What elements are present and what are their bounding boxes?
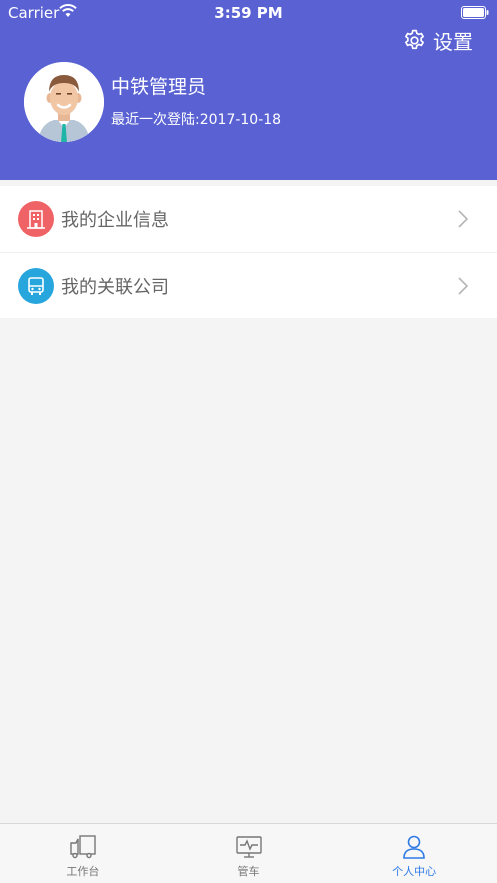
bottom-tab-bar: 工作台 管车 个人中心: [0, 823, 497, 883]
app-root: Carrier 3:59 PM 设置 中铁管理员 最近一次登陆:2017-10-…: [0, 0, 497, 883]
settings-button[interactable]: 设置: [402, 27, 473, 54]
menu-item-company-info[interactable]: 我的企业信息: [0, 186, 497, 252]
profile-header: Carrier 3:59 PM 设置 中铁管理员 最近一次登陆:2017-10-…: [0, 0, 497, 180]
menu-item-label: 我的企业信息: [61, 210, 169, 231]
tab-vehicles[interactable]: 管车: [166, 824, 332, 883]
profile-menu-list: 我的企业信息 我的关联公司: [0, 186, 497, 318]
truck-icon: [70, 835, 96, 859]
avatar-person-illustration: [24, 62, 104, 142]
gear-icon: [405, 29, 424, 49]
tab-workbench[interactable]: 工作台: [0, 824, 166, 883]
settings-label: 设置: [433, 29, 473, 54]
status-bar: Carrier 3:59 PM: [0, 0, 497, 26]
person-icon: [403, 835, 425, 859]
chevron-right-icon: [458, 210, 469, 228]
tab-personal-center[interactable]: 个人中心: [331, 824, 497, 883]
menu-item-label: 我的关联公司: [61, 276, 169, 298]
monitor-icon: [235, 836, 262, 858]
menu-item-related-companies[interactable]: 我的关联公司: [0, 252, 497, 318]
avatar[interactable]: [24, 62, 104, 142]
tab-label: 个人中心: [392, 865, 437, 878]
status-time: 3:59 PM: [214, 4, 283, 22]
tab-label: 管车: [237, 865, 260, 878]
battery-icon: [461, 6, 489, 19]
user-name: 中铁管理员: [111, 76, 207, 98]
tab-label: 工作台: [66, 865, 100, 878]
chevron-right-icon: [458, 276, 469, 295]
building-icon: [18, 201, 54, 237]
bus-icon: [18, 267, 54, 304]
last-login-text: 最近一次登陆:2017-10-18: [111, 112, 282, 128]
